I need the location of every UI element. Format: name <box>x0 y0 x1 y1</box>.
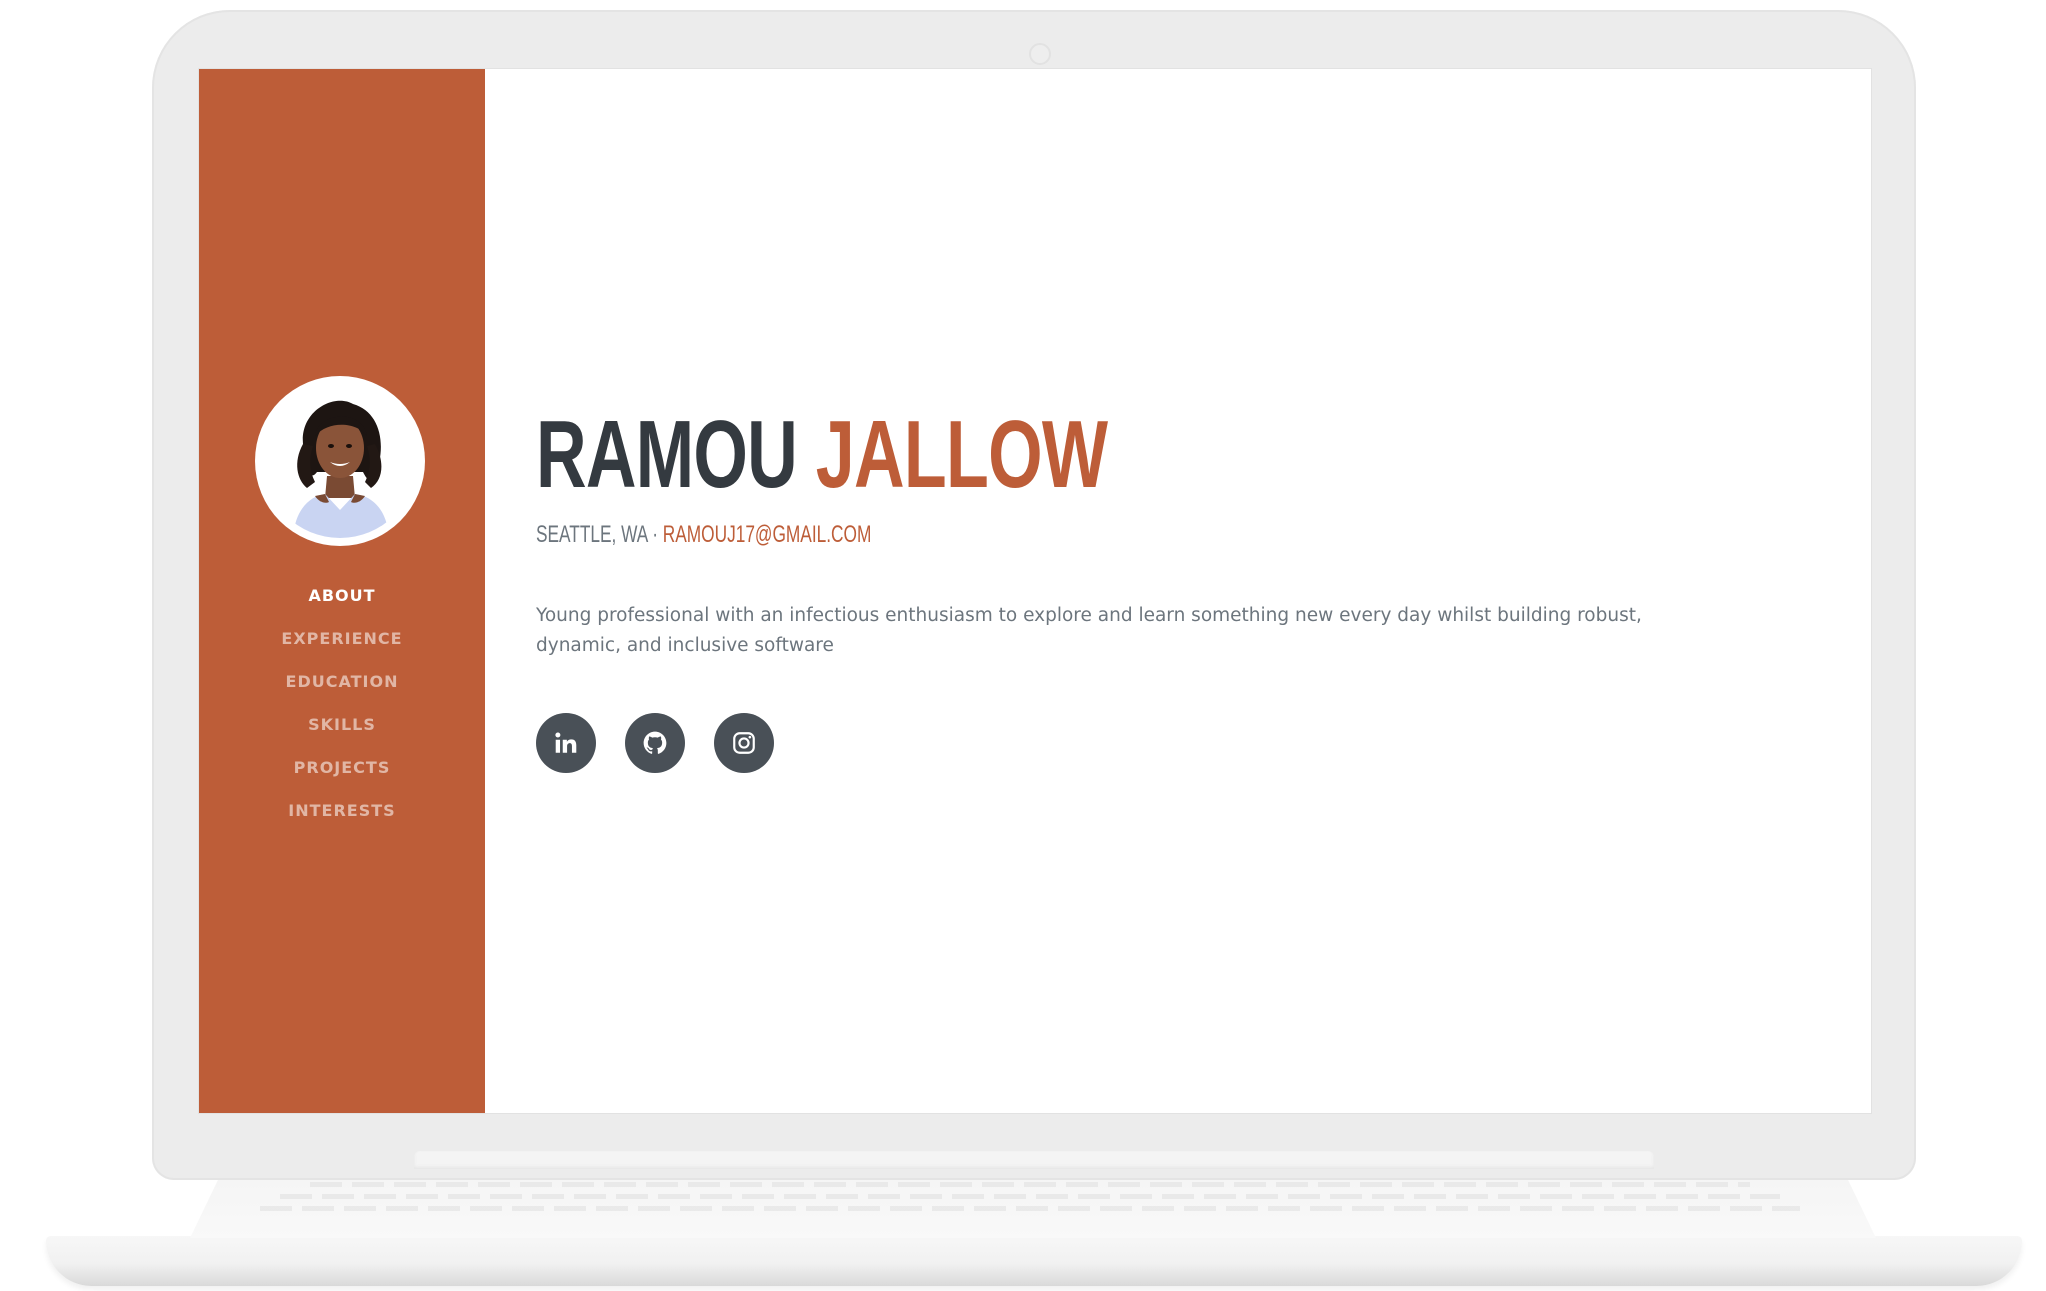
nav-item-skills[interactable]: SKILLS <box>199 703 485 746</box>
location: SEATTLE, WA <box>536 521 648 548</box>
nav-item-projects[interactable]: PROJECTS <box>199 746 485 789</box>
separator: · <box>652 521 658 548</box>
nav-item-about[interactable]: ABOUT <box>199 574 485 617</box>
avatar <box>255 376 425 546</box>
social-icons <box>536 713 774 773</box>
last-name: JALLOW <box>815 401 1108 508</box>
github-button[interactable] <box>625 713 685 773</box>
github-icon <box>643 731 667 754</box>
bio: Young professional with an infectious en… <box>536 605 1642 656</box>
linkedin-icon <box>555 732 577 753</box>
webcam <box>1029 43 1051 65</box>
email-link[interactable]: RAMOUJ17@GMAIL.COM <box>663 521 872 548</box>
laptop-screen: ABOUT EXPERIENCE EDUCATION SKILLS PROJEC… <box>199 69 1871 1113</box>
sidebar: ABOUT EXPERIENCE EDUCATION SKILLS PROJEC… <box>199 69 485 1113</box>
instagram-button[interactable] <box>714 713 774 773</box>
contact-line: SEATTLE, WA · RAMOUJ17@GMAIL.COM <box>536 521 871 549</box>
laptop-base <box>46 1236 2022 1286</box>
nav-item-experience[interactable]: EXPERIENCE <box>199 617 485 660</box>
about-section: RAMOU JALLOW SEATTLE, WA · RAMOUJ17@GMAI… <box>485 69 1871 1113</box>
nav-item-education[interactable]: EDUCATION <box>199 660 485 703</box>
laptop-mockup: ABOUT EXPERIENCE EDUCATION SKILLS PROJEC… <box>0 0 2046 1291</box>
side-nav: ABOUT EXPERIENCE EDUCATION SKILLS PROJEC… <box>199 574 485 832</box>
first-name: RAMOU <box>536 401 798 508</box>
nav-item-interests[interactable]: INTERESTS <box>199 789 485 832</box>
laptop-hinge <box>414 1151 1654 1169</box>
profile-photo <box>263 384 417 538</box>
linkedin-button[interactable] <box>536 713 596 773</box>
instagram-icon <box>733 732 755 754</box>
page-title: RAMOU JALLOW <box>536 407 1108 503</box>
